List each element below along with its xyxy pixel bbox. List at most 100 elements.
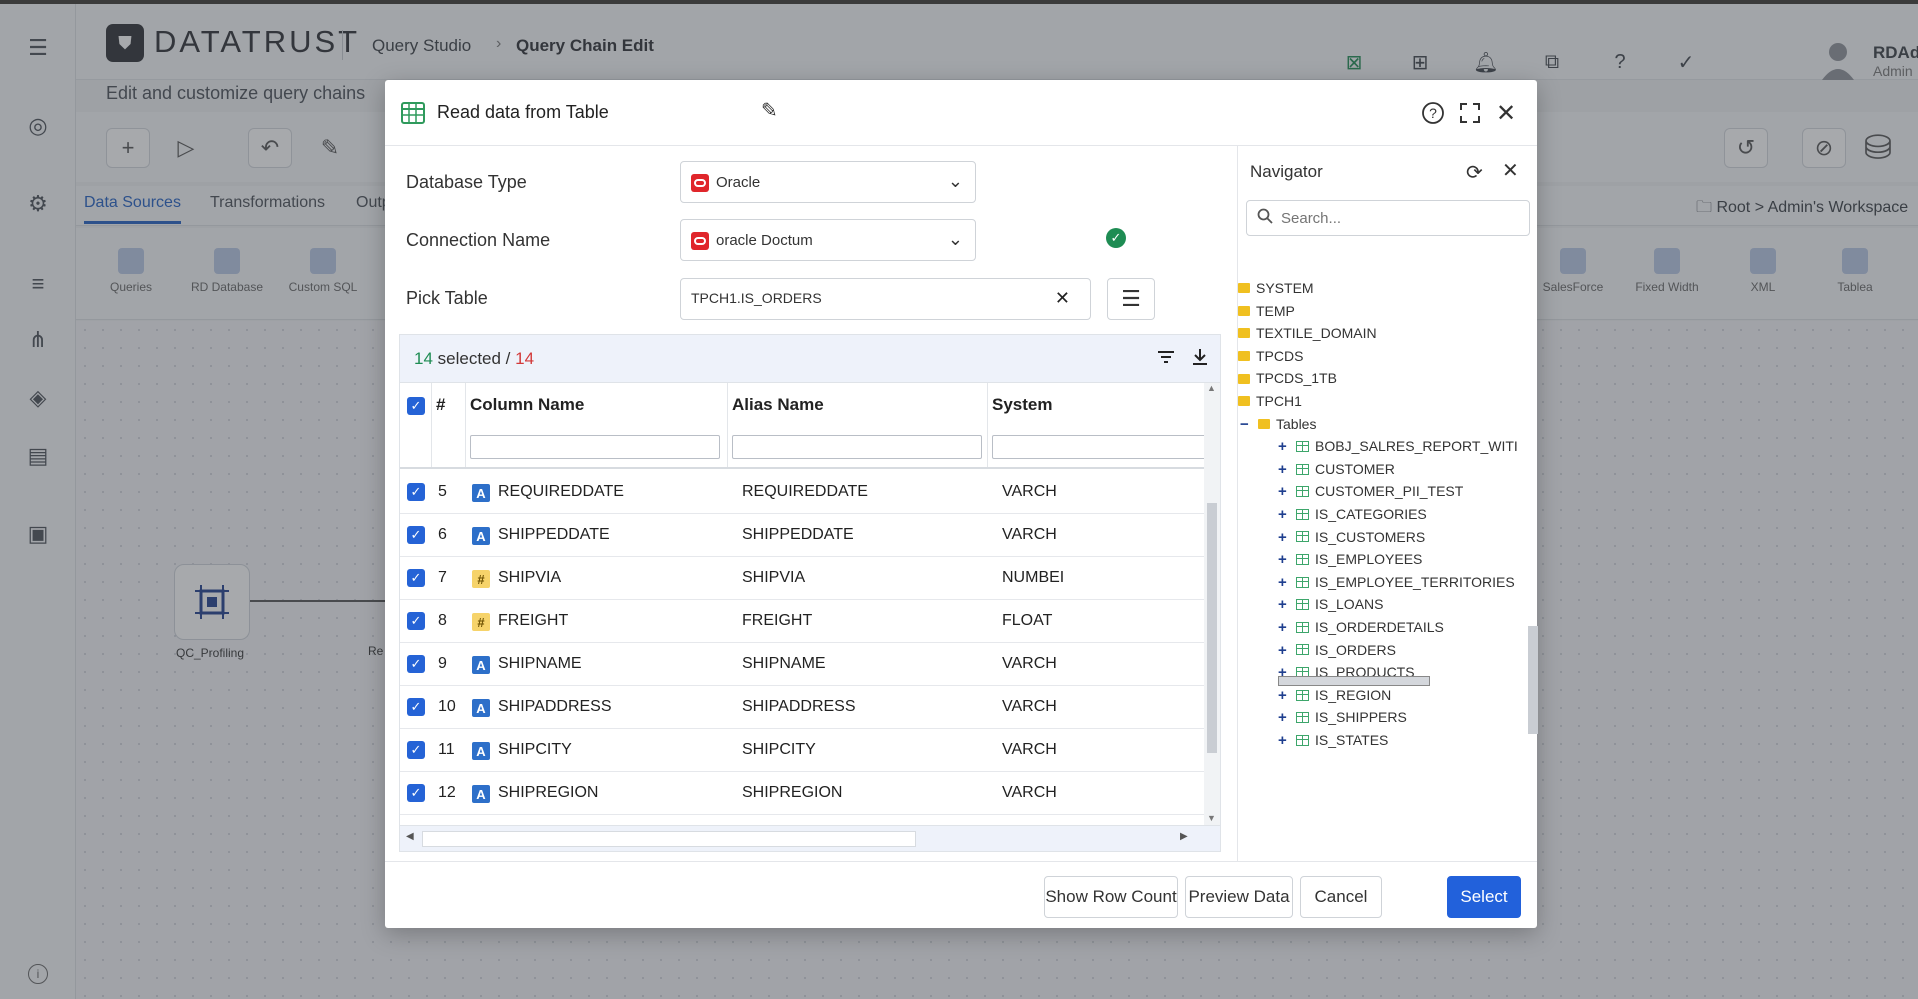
show-row-count-button[interactable]: Show Row Count bbox=[1044, 876, 1178, 918]
tree-table[interactable]: + IS_ORDERS bbox=[1278, 642, 1518, 662]
database-type-select[interactable]: Oracle ⌄ bbox=[680, 161, 976, 203]
expand-icon[interactable]: + bbox=[1278, 529, 1292, 546]
tree-table[interactable]: + IS_CATEGORIES bbox=[1278, 506, 1518, 526]
tree-table[interactable]: + IS_EMPLOYEES bbox=[1278, 551, 1518, 571]
expand-icon[interactable]: + bbox=[1278, 506, 1292, 523]
connection-name-select[interactable]: oracle Doctum ⌄ bbox=[680, 219, 976, 261]
expand-icon[interactable]: + bbox=[1278, 551, 1292, 568]
scroll-left-icon[interactable]: ◀ bbox=[406, 831, 414, 842]
header-alias-name[interactable]: Alias Name bbox=[728, 383, 988, 467]
alias-name-filter[interactable] bbox=[732, 435, 982, 459]
expand-icon[interactable]: + bbox=[1278, 642, 1292, 659]
row-checkbox[interactable]: ✓ bbox=[407, 483, 425, 501]
row-checkbox[interactable]: ✓ bbox=[407, 698, 425, 716]
tree-table[interactable]: + BOBJ_SALRES_REPORT_WITI bbox=[1278, 438, 1518, 458]
fullscreen-icon[interactable] bbox=[1455, 98, 1485, 128]
help-icon[interactable]: ? bbox=[1418, 98, 1448, 128]
system-filter[interactable] bbox=[992, 435, 1204, 459]
tree-table[interactable]: + CUSTOMER bbox=[1278, 461, 1518, 481]
table-row[interactable]: ✓ 11 A SHIPCITY SHIPCITY VARCH bbox=[400, 729, 1204, 772]
column-name-cell[interactable]: REQUIREDDATE bbox=[498, 483, 720, 501]
column-name-cell[interactable]: SHIPVIA bbox=[498, 569, 720, 587]
tree-table[interactable]: + IS_CUSTOMERS bbox=[1278, 529, 1518, 549]
preview-data-button[interactable]: Preview Data bbox=[1185, 876, 1293, 918]
expand-icon[interactable]: + bbox=[1278, 438, 1292, 455]
grid-horizontal-thumb[interactable] bbox=[422, 831, 916, 847]
column-name-cell[interactable]: SHIPREGION bbox=[498, 784, 720, 802]
column-name-filter[interactable] bbox=[470, 435, 720, 459]
pencil-icon[interactable]: ✎ bbox=[761, 98, 778, 123]
expand-icon[interactable]: + bbox=[1278, 461, 1292, 478]
tree-schema[interactable]: TPCDS_1TB bbox=[1238, 370, 1337, 390]
navigator-search-input[interactable] bbox=[1281, 207, 1521, 229]
download-icon[interactable] bbox=[1190, 347, 1210, 373]
select-button[interactable]: Select bbox=[1447, 876, 1521, 918]
close-icon[interactable]: ✕ bbox=[1491, 98, 1521, 128]
table-row[interactable]: ✓ 8 # FREIGHT FREIGHT FLOAT bbox=[400, 600, 1204, 643]
tree-schema[interactable]: TPCH1 bbox=[1238, 393, 1302, 413]
column-name-cell[interactable]: FREIGHT bbox=[498, 612, 720, 630]
clear-icon[interactable]: ✕ bbox=[1055, 288, 1070, 309]
table-row[interactable]: ✓ 10 A SHIPADDRESS SHIPADDRESS VARCH bbox=[400, 686, 1204, 729]
pick-table-field[interactable]: TPCH1.IS_ORDERS ✕ bbox=[680, 278, 1091, 320]
row-checkbox[interactable]: ✓ bbox=[407, 784, 425, 802]
scroll-up-icon[interactable]: ▲ bbox=[1207, 383, 1216, 393]
tree-table[interactable]: + CUSTOMER_PII_TEST bbox=[1278, 483, 1518, 503]
table-row[interactable]: ✓ 12 A SHIPREGION SHIPREGION VARCH bbox=[400, 772, 1204, 815]
select-all-checkbox[interactable]: ✓ bbox=[407, 397, 425, 415]
row-checkbox[interactable]: ✓ bbox=[407, 655, 425, 673]
close-navigator-icon[interactable]: ✕ bbox=[1502, 158, 1519, 183]
header-system[interactable]: System bbox=[988, 383, 1204, 467]
scroll-right-icon[interactable]: ▶ bbox=[1180, 831, 1188, 842]
collapse-icon[interactable]: − bbox=[1240, 416, 1254, 433]
refresh-icon[interactable]: ⟳ bbox=[1466, 160, 1483, 185]
alias-name-cell[interactable]: SHIPADDRESS bbox=[742, 698, 982, 716]
column-name-cell[interactable]: SHIPCITY bbox=[498, 741, 720, 759]
alias-name-cell[interactable]: FREIGHT bbox=[742, 612, 982, 630]
expand-icon[interactable]: + bbox=[1278, 732, 1292, 749]
expand-icon[interactable]: + bbox=[1278, 574, 1292, 591]
tree-schema[interactable]: TEMP bbox=[1238, 303, 1295, 323]
grid-horizontal-scrollbar[interactable]: ◀ ▶ bbox=[400, 825, 1220, 851]
column-name-cell[interactable]: SHIPPEDDATE bbox=[498, 526, 720, 544]
row-checkbox[interactable]: ✓ bbox=[407, 569, 425, 587]
column-name-cell[interactable]: SHIPADDRESS bbox=[498, 698, 720, 716]
tree-table[interactable]: + IS_ORDERDETAILS bbox=[1278, 619, 1518, 639]
table-row[interactable]: ✓ 7 # SHIPVIA SHIPVIA NUMBEI bbox=[400, 557, 1204, 600]
alias-name-cell[interactable]: REQUIREDDATE bbox=[742, 483, 982, 501]
expand-icon[interactable]: + bbox=[1278, 709, 1292, 726]
table-row[interactable]: ✓ 9 A SHIPNAME SHIPNAME VARCH bbox=[400, 643, 1204, 686]
alias-name-cell[interactable]: SHIPVIA bbox=[742, 569, 982, 587]
table-menu-button[interactable]: ☰ bbox=[1107, 278, 1155, 320]
tree-table[interactable]: + IS_SHIPPERS bbox=[1278, 709, 1518, 729]
tree-schema[interactable]: TEXTILE_DOMAIN bbox=[1238, 325, 1377, 345]
navigator-search[interactable] bbox=[1246, 200, 1530, 236]
tree-table[interactable]: + IS_STATES bbox=[1278, 732, 1518, 752]
alias-name-cell[interactable]: SHIPREGION bbox=[742, 784, 982, 802]
grid-vertical-scrollbar[interactable]: ▲ ▼ bbox=[1204, 383, 1220, 825]
column-name-cell[interactable]: SHIPNAME bbox=[498, 655, 720, 673]
header-column-name[interactable]: Column Name bbox=[466, 383, 728, 467]
row-checkbox[interactable]: ✓ bbox=[407, 612, 425, 630]
row-checkbox[interactable]: ✓ bbox=[407, 526, 425, 544]
grid-vertical-thumb[interactable] bbox=[1207, 503, 1217, 753]
table-row[interactable]: ✓ 5 A REQUIREDDATE REQUIREDDATE VARCH bbox=[400, 471, 1204, 514]
navigator-vertical-scrollbar[interactable] bbox=[1528, 626, 1538, 734]
tree-table[interactable]: + IS_REGION bbox=[1278, 687, 1518, 707]
navigator-horizontal-scrollbar[interactable] bbox=[1278, 676, 1430, 686]
alias-name-cell[interactable]: SHIPCITY bbox=[742, 741, 982, 759]
cancel-button[interactable]: Cancel bbox=[1300, 876, 1382, 918]
expand-icon[interactable]: + bbox=[1278, 596, 1292, 613]
tree-table[interactable]: + IS_EMPLOYEE_TERRITORIES bbox=[1278, 574, 1518, 594]
tree-schema[interactable]: SYSTEM bbox=[1238, 280, 1314, 300]
tree-table[interactable]: + IS_LOANS bbox=[1278, 596, 1518, 616]
expand-icon[interactable]: + bbox=[1278, 687, 1292, 704]
alias-name-cell[interactable]: SHIPNAME bbox=[742, 655, 982, 673]
expand-icon[interactable]: + bbox=[1278, 483, 1292, 500]
scroll-down-icon[interactable]: ▼ bbox=[1207, 813, 1216, 823]
table-row[interactable]: ✓ 6 A SHIPPEDDATE SHIPPEDDATE VARCH bbox=[400, 514, 1204, 557]
row-checkbox[interactable]: ✓ bbox=[407, 741, 425, 759]
expand-icon[interactable]: + bbox=[1278, 619, 1292, 636]
filter-icon[interactable] bbox=[1156, 347, 1176, 373]
tree-tables-folder[interactable]: − Tables bbox=[1240, 416, 1316, 436]
